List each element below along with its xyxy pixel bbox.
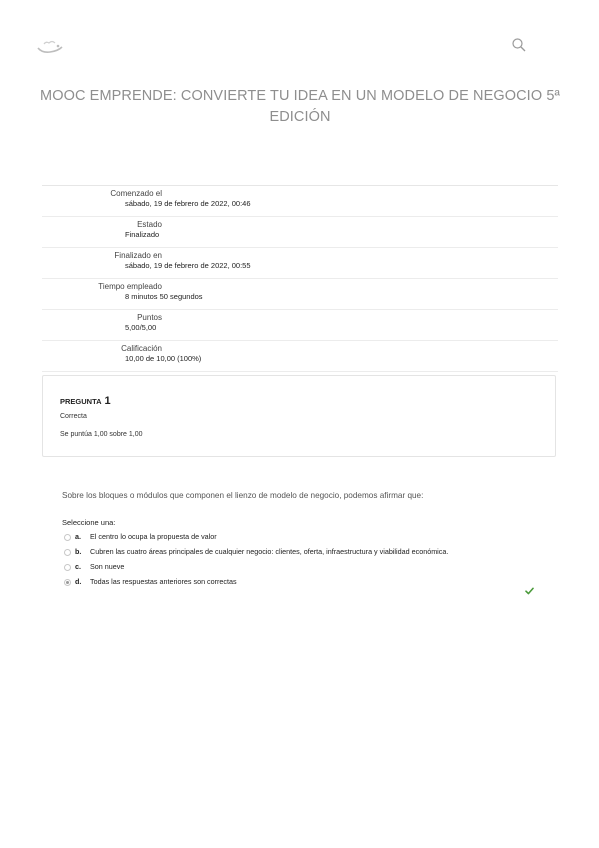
search-icon[interactable]: [511, 37, 527, 53]
answer-option-a[interactable]: a. El centro lo ocupa la propuesta de va…: [62, 531, 552, 546]
summary-row-grade: Calificación 10,00 de 10,00 (100%): [42, 341, 558, 372]
page-title: MOOC EMPRENDE: CONVIERTE TU IDEA EN UN M…: [40, 88, 560, 125]
cloud-logo-icon[interactable]: [36, 38, 64, 54]
summary-row-started: Comenzado el sábado, 19 de febrero de 20…: [42, 186, 558, 217]
answer-letter: c.: [75, 562, 81, 571]
answer-option-c[interactable]: c. Son nueve: [62, 561, 552, 576]
answer-letter: b.: [75, 547, 82, 556]
answer-text: El centro lo ocupa la propuesta de valor: [90, 532, 217, 541]
summary-label: Calificación: [121, 344, 162, 353]
answer-prompt: Seleccione una:: [62, 518, 116, 527]
summary-value: Finalizado: [125, 230, 160, 239]
summary-label: Estado: [137, 220, 162, 229]
summary-label: Tiempo empleado: [98, 282, 162, 291]
radio-button[interactable]: [64, 534, 71, 541]
question-heading: PREGUNTA 1: [60, 391, 111, 409]
answer-text: Todas las respuestas anteriores son corr…: [90, 577, 237, 586]
answer-option-b[interactable]: b. Cubren las cuatro áreas principales d…: [62, 546, 552, 561]
summary-row-state: Estado Finalizado: [42, 217, 558, 248]
question-info-box: PREGUNTA 1 Correcta Se puntúa 1,00 sobre …: [42, 375, 556, 457]
summary-value: sábado, 19 de febrero de 2022, 00:46: [125, 199, 251, 208]
top-bar: [0, 0, 599, 70]
radio-button-selected[interactable]: [64, 579, 71, 586]
summary-row-time-taken: Tiempo empleado 8 minutos 50 segundos: [42, 279, 558, 310]
summary-label: Puntos: [137, 313, 162, 322]
answer-letter: a.: [75, 532, 81, 541]
answer-option-d[interactable]: d. Todas las respuestas anteriores son c…: [62, 576, 552, 591]
summary-value: 5,00/5,00: [125, 323, 157, 332]
summary-label: Comenzado el: [110, 189, 162, 198]
radio-button[interactable]: [64, 549, 71, 556]
summary-value: sábado, 19 de febrero de 2022, 00:55: [125, 261, 251, 270]
attempt-summary: Comenzado el sábado, 19 de febrero de 20…: [42, 185, 558, 372]
question-text: Sobre los bloques o módulos que componen…: [62, 491, 424, 500]
question-state: Correcta: [60, 413, 87, 420]
answer-text: Son nueve: [90, 562, 125, 571]
answer-text: Cubren las cuatro áreas principales de c…: [90, 547, 449, 556]
summary-label: Finalizado en: [114, 251, 162, 260]
summary-row-points: Puntos 5,00/5,00: [42, 310, 558, 341]
summary-row-finished: Finalizado en sábado, 19 de febrero de 2…: [42, 248, 558, 279]
question-heading-label: PREGUNTA: [60, 397, 102, 406]
question-number: 1: [104, 395, 111, 407]
question-grade: Se puntúa 1,00 sobre 1,00: [60, 431, 143, 438]
summary-value: 10,00 de 10,00 (100%): [125, 354, 202, 363]
summary-value: 8 minutos 50 segundos: [125, 292, 203, 301]
check-icon: [525, 587, 534, 595]
answer-list: a. El centro lo ocupa la propuesta de va…: [62, 531, 552, 591]
radio-button[interactable]: [64, 564, 71, 571]
answer-letter: d.: [75, 577, 82, 586]
